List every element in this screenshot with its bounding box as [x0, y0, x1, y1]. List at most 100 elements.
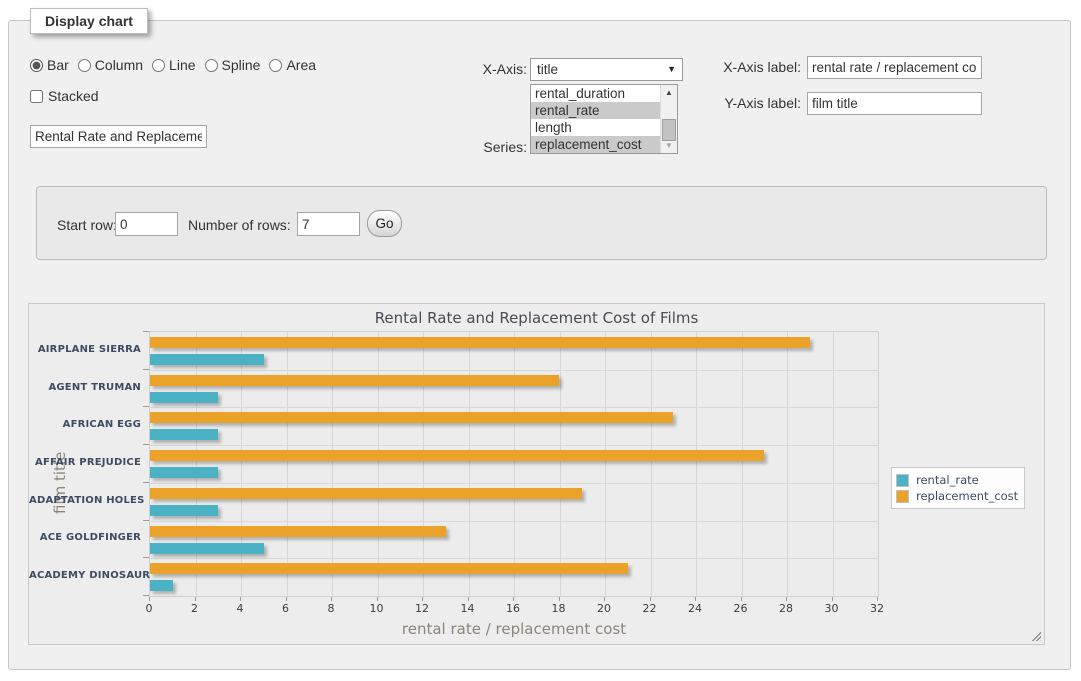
x-tick-mark [513, 597, 514, 601]
y-tick-mark [143, 444, 149, 445]
num-rows-input[interactable] [297, 212, 360, 236]
x-tick-mark [695, 597, 696, 601]
gridline-vertical [833, 332, 834, 596]
x-tick-label: 14 [453, 602, 483, 615]
x-tick-mark [377, 597, 378, 601]
gridline-vertical [787, 332, 788, 596]
gridline-horizontal [150, 483, 878, 484]
legend-item-rental_rate: rental_rate [896, 473, 1018, 487]
x-axis-title-input[interactable] [807, 56, 982, 79]
bar-rental_rate [150, 429, 218, 440]
y-tick-mark [143, 406, 149, 407]
chart-type-radio-spline[interactable] [205, 59, 218, 72]
x-tick-label: 18 [544, 602, 574, 615]
x-axis-title-label: X-Axis label: [681, 59, 801, 75]
x-tick-label: 0 [134, 602, 164, 615]
start-row-input[interactable] [115, 212, 178, 236]
x-tick-mark [195, 597, 196, 601]
resize-handle-icon[interactable] [1030, 630, 1041, 641]
chart-type-column[interactable]: Column [78, 57, 143, 73]
chart-type-radio-bar[interactable] [30, 59, 43, 72]
category-label: ADAPTATION HOLES [29, 495, 141, 506]
chevron-down-icon: ▼ [667, 64, 676, 74]
series-option-replacement_cost[interactable]: replacement_cost [531, 136, 660, 153]
gridline-vertical [469, 332, 470, 596]
chart-title: Rental Rate and Replacement Cost of Film… [29, 309, 1044, 327]
x-tick-label: 6 [271, 602, 301, 615]
x-tick-label: 8 [316, 602, 346, 615]
legend-label-replacement_cost: replacement_cost [916, 489, 1018, 503]
series-select-label: Series: [427, 139, 527, 155]
chart-type-bar[interactable]: Bar [30, 57, 69, 73]
x-tick-label: 32 [862, 602, 892, 615]
y-axis-title-label: Y-Axis label: [681, 95, 801, 111]
gridline-vertical [241, 332, 242, 596]
series-option-rental_duration[interactable]: rental_duration [531, 85, 660, 102]
x-tick-label: 20 [589, 602, 619, 615]
chart-type-label-area: Area [286, 57, 316, 73]
chart-type-area[interactable]: Area [269, 57, 316, 73]
x-tick-mark [832, 597, 833, 601]
x-tick-mark [422, 597, 423, 601]
bar-replacement_cost [150, 337, 810, 348]
x-tick-mark [468, 597, 469, 601]
go-button[interactable]: Go [367, 210, 402, 237]
bar-rental_rate [150, 505, 218, 516]
x-tick-mark [286, 597, 287, 601]
chart-title-input[interactable] [30, 125, 207, 148]
y-tick-mark [143, 482, 149, 483]
gridline-vertical [332, 332, 333, 596]
x-tick-mark [877, 597, 878, 601]
x-tick-label: 10 [362, 602, 392, 615]
gridline-vertical [378, 332, 379, 596]
x-tick-label: 24 [680, 602, 710, 615]
chart-type-label-bar: Bar [47, 57, 69, 73]
gridline-horizontal [150, 407, 878, 408]
x-tick-mark [240, 597, 241, 601]
gridline-vertical [605, 332, 606, 596]
x-tick-label: 2 [180, 602, 210, 615]
y-tick-mark [143, 557, 149, 558]
stacked-option[interactable]: Stacked [30, 88, 99, 104]
chart-type-label-spline: Spline [222, 57, 261, 73]
chart-type-line[interactable]: Line [152, 57, 195, 73]
chart-type-radio-line[interactable] [152, 59, 165, 72]
bar-rental_rate [150, 580, 173, 591]
x-tick-mark [604, 597, 605, 601]
series-multiselect[interactable]: rental_durationrental_ratelengthreplacem… [530, 84, 678, 154]
gridline-horizontal [150, 370, 878, 371]
scroll-down-icon[interactable]: ▼ [661, 138, 677, 153]
gridline-vertical [651, 332, 652, 596]
chart-legend: rental_rate replacement_cost [891, 467, 1025, 509]
category-label: AFRICAN EGG [29, 419, 141, 430]
start-row-label: Start row: [57, 217, 117, 233]
stacked-label: Stacked [48, 88, 99, 104]
chart-type-label-column: Column [95, 57, 143, 73]
chart-type-label-line: Line [169, 57, 195, 73]
x-tick-label: 28 [771, 602, 801, 615]
x-tick-mark [741, 597, 742, 601]
panel-legend: Display chart [30, 8, 148, 34]
bar-replacement_cost [150, 488, 582, 499]
series-option-length[interactable]: length [531, 119, 660, 136]
gridline-horizontal [150, 521, 878, 522]
gridline-horizontal [150, 558, 878, 559]
x-tick-mark [149, 597, 150, 601]
stacked-checkbox[interactable] [30, 90, 43, 103]
bar-replacement_cost [150, 526, 446, 537]
chart-type-radio-area[interactable] [269, 59, 282, 72]
scroll-up-icon[interactable]: ▲ [661, 85, 677, 100]
y-tick-mark [143, 369, 149, 370]
chart-type-spline[interactable]: Spline [205, 57, 261, 73]
series-scrollbar[interactable]: ▲ ▼ [660, 85, 677, 153]
x-tick-label: 22 [635, 602, 665, 615]
gridline-vertical [560, 332, 561, 596]
gridline-vertical [287, 332, 288, 596]
gridline-horizontal [150, 445, 878, 446]
y-axis-title-input[interactable] [807, 92, 982, 115]
series-option-rental_rate[interactable]: rental_rate [531, 102, 660, 119]
gridline-vertical [423, 332, 424, 596]
chart-type-radio-column[interactable] [78, 59, 91, 72]
x-tick-mark [331, 597, 332, 601]
x-axis-select[interactable]: title ▼ [530, 58, 683, 81]
